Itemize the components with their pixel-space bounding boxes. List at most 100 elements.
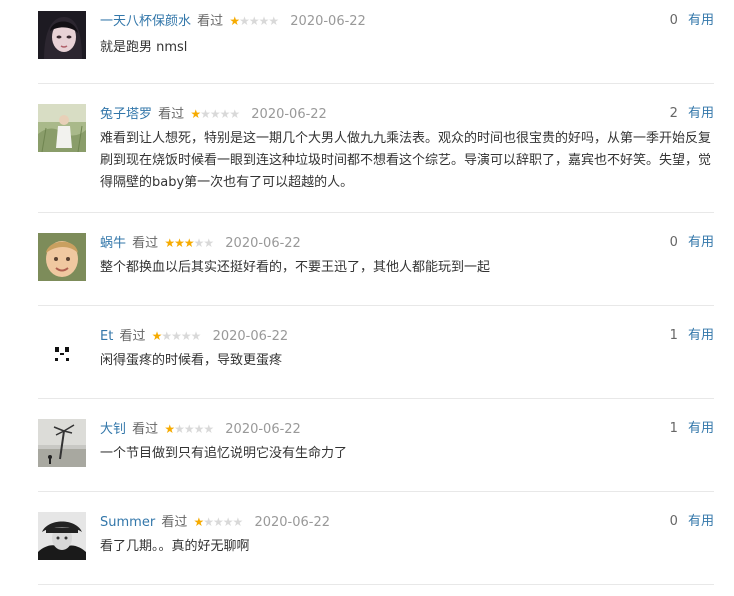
avatar[interactable]	[38, 512, 86, 560]
comment-text: 一个节目做到只有追忆说明它没有生命力了	[100, 446, 348, 461]
rating-stars: ★★★★★	[151, 326, 202, 346]
star-icon: ★	[190, 329, 202, 343]
avatar[interactable]	[38, 326, 86, 374]
star-icon: ★	[193, 422, 205, 436]
comment-item: 蜗牛 看过 ★★★★★ 2020-06-22 0 有用 整个都换血以后其实还挺好…	[38, 213, 714, 306]
username-link[interactable]: Et	[100, 329, 113, 344]
comment-list: 一天八杯保颜水 看过 ★★★★★ 2020-06-22 0 有用 就是跑男 nm…	[38, 0, 714, 585]
comment-meta: 一天八杯保颜水 看过 ★★★★★ 2020-06-22 0 有用	[100, 11, 714, 31]
useful-button[interactable]: 有用	[688, 421, 714, 436]
username-link[interactable]: 蜗牛	[100, 236, 126, 251]
watch-status: 看过	[132, 422, 159, 437]
star-icon: ★	[229, 14, 240, 28]
star-icon: ★	[174, 422, 185, 436]
comment-date: 2020-06-22	[212, 329, 289, 344]
star-icon: ★	[183, 236, 195, 250]
star-icon: ★	[174, 236, 185, 250]
comment-meta: 兔子塔罗 看过 ★★★★★ 2020-06-22 2 有用	[100, 104, 714, 124]
vote-area: 0 有用	[670, 233, 714, 253]
comment-item: 一天八杯保颜水 看过 ★★★★★ 2020-06-22 0 有用 就是跑男 nm…	[38, 0, 714, 84]
vote-area: 2 有用	[670, 104, 714, 124]
comment-date: 2020-06-22	[225, 422, 301, 437]
rating-stars: ★★★★★	[164, 233, 214, 253]
star-icon: ★	[239, 14, 250, 28]
watch-status: 看过	[197, 14, 224, 29]
useful-button[interactable]: 有用	[688, 106, 714, 121]
rating-stars: ★★★★★	[229, 11, 279, 31]
star-icon: ★	[268, 14, 279, 28]
vote-count: 2	[669, 106, 678, 121]
star-icon: ★	[200, 107, 211, 121]
username-link[interactable]: 一天八杯保颜水	[100, 14, 191, 29]
comment-text: 难看到让人想死，特别是这一期几个大男人做九九乘法表。观众的时间也很宝贵的好吗，从…	[100, 131, 712, 190]
star-icon: ★	[209, 107, 221, 121]
star-icon: ★	[164, 236, 175, 250]
star-icon: ★	[164, 422, 175, 436]
star-icon: ★	[203, 422, 214, 436]
star-icon: ★	[258, 14, 270, 28]
star-icon: ★	[161, 329, 172, 343]
rating-stars: ★★★★★	[190, 104, 240, 124]
comment-text: 看了几期。。真的好无聊啊	[100, 539, 250, 554]
comment-date: 2020-06-22	[254, 515, 330, 530]
comment-date: 2020-06-22	[290, 14, 366, 29]
comment-meta: 蜗牛 看过 ★★★★★ 2020-06-22 0 有用	[100, 233, 714, 253]
star-icon: ★	[213, 515, 224, 529]
star-icon: ★	[219, 107, 231, 121]
vote-area: 1 有用	[670, 326, 714, 346]
field-girl-avatar	[38, 104, 86, 152]
comment-meta: Et 看过 ★★★★★ 2020-06-22 1 有用	[100, 326, 714, 346]
avatar[interactable]	[38, 233, 86, 281]
watch-status: 看过	[132, 236, 159, 251]
comment-text: 闲得蛋疼的时候看，导致更蛋疼	[100, 353, 283, 368]
star-icon: ★	[222, 515, 234, 529]
star-icon: ★	[180, 329, 192, 343]
vote-count: 0	[669, 514, 678, 529]
comment-text: 整个都换血以后其实还挺好看的，不要王迅了，其他人都能玩到一起	[100, 260, 491, 275]
useful-button[interactable]: 有用	[688, 328, 714, 343]
star-icon: ★	[203, 515, 214, 529]
star-icon: ★	[151, 329, 163, 343]
comment-item: 大钊 看过 ★★★★★ 2020-06-22 1 有用 一个节目做到只有追忆说明…	[38, 399, 714, 492]
avatar[interactable]	[38, 419, 86, 467]
vote-area: 1 有用	[670, 419, 714, 439]
vote-count: 0	[669, 235, 678, 250]
username-link[interactable]: 大钊	[100, 422, 126, 437]
vote-area: 0 有用	[670, 11, 714, 31]
avatar[interactable]	[38, 104, 86, 152]
useful-button[interactable]: 有用	[688, 514, 714, 529]
vote-count: 1	[669, 421, 678, 436]
comment-date: 2020-06-22	[251, 107, 327, 122]
star-icon: ★	[190, 107, 201, 121]
vote-count: 0	[669, 13, 678, 28]
star-icon: ★	[203, 236, 214, 250]
vote-count: 1	[669, 328, 678, 343]
comment-item: 兔子塔罗 看过 ★★★★★ 2020-06-22 2 有用 难看到让人想死，特别…	[38, 84, 714, 213]
star-icon: ★	[248, 14, 260, 28]
comment-date: 2020-06-22	[225, 236, 301, 251]
username-link[interactable]: Summer	[100, 515, 155, 530]
child-face-avatar	[38, 233, 86, 281]
useful-button[interactable]: 有用	[688, 235, 714, 250]
star-icon: ★	[229, 107, 240, 121]
avatar[interactable]	[38, 11, 86, 59]
star-icon: ★	[232, 515, 244, 529]
watch-status: 看过	[158, 107, 185, 122]
vote-area: 0 有用	[670, 512, 714, 532]
beach-tree-avatar	[38, 419, 86, 467]
comment-item: Summer 看过 ★★★★★ 2020-06-22 0 有用 看了几期。。真的…	[38, 492, 714, 585]
watch-status: 看过	[161, 515, 188, 530]
girl-portrait-avatar	[38, 11, 86, 59]
star-icon: ★	[193, 515, 204, 529]
rating-stars: ★★★★★	[164, 419, 214, 439]
watch-status: 看过	[119, 329, 146, 344]
comment-meta: 大钊 看过 ★★★★★ 2020-06-22 1 有用	[100, 419, 714, 439]
comment-text: 就是跑男 nmsl	[100, 40, 188, 55]
username-link[interactable]: 兔子塔罗	[100, 107, 152, 122]
hat-woman-avatar	[38, 512, 86, 560]
comment-meta: Summer 看过 ★★★★★ 2020-06-22 0 有用	[100, 512, 714, 532]
useful-button[interactable]: 有用	[688, 13, 714, 28]
star-icon: ★	[193, 236, 205, 250]
star-icon: ★	[183, 422, 195, 436]
rating-stars: ★★★★★	[193, 512, 244, 532]
